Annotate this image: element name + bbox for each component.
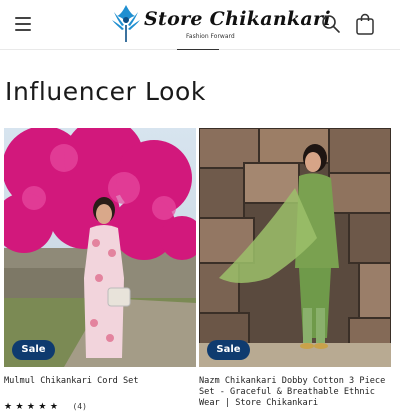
brand-name: Store Chikankari	[144, 8, 331, 30]
logo-underline	[177, 49, 219, 50]
site-header: Store Chikankari Fashion Forward	[0, 0, 400, 50]
brand-tagline: Fashion Forward	[186, 33, 235, 40]
product-card-nazm-dobby-set[interactable]: Sale Nazm Chikankari Dobby Cotton 3 Piec…	[199, 128, 391, 408]
product-title[interactable]: Nazm Chikankari Dobby Cotton 3 Piece Set…	[199, 376, 391, 409]
product-title[interactable]: Mulmul Chikankari Cord Set	[4, 376, 196, 387]
sale-badge: Sale	[207, 340, 250, 360]
store-logo[interactable]: Store Chikankari Fashion Forward	[108, 2, 331, 48]
shopping-bag-icon[interactable]	[354, 12, 376, 36]
sale-badge: Sale	[12, 340, 55, 360]
search-icon[interactable]	[320, 13, 342, 35]
rating-count: (4)	[72, 402, 87, 411]
product-image[interactable]: Sale	[199, 128, 391, 367]
star-rating-icons: ★★★★★	[4, 402, 62, 412]
hamburger-menu-icon[interactable]	[12, 13, 34, 35]
product-image[interactable]: Sale	[4, 128, 196, 367]
peacock-feather-icon	[112, 5, 140, 42]
product-card-mulmul-cord-set[interactable]: Sale Mulmul Chikankari Cord Set	[4, 128, 196, 386]
page-title: Influencer Look	[5, 77, 206, 106]
product-rating: ★★★★★ (4)	[4, 394, 87, 413]
